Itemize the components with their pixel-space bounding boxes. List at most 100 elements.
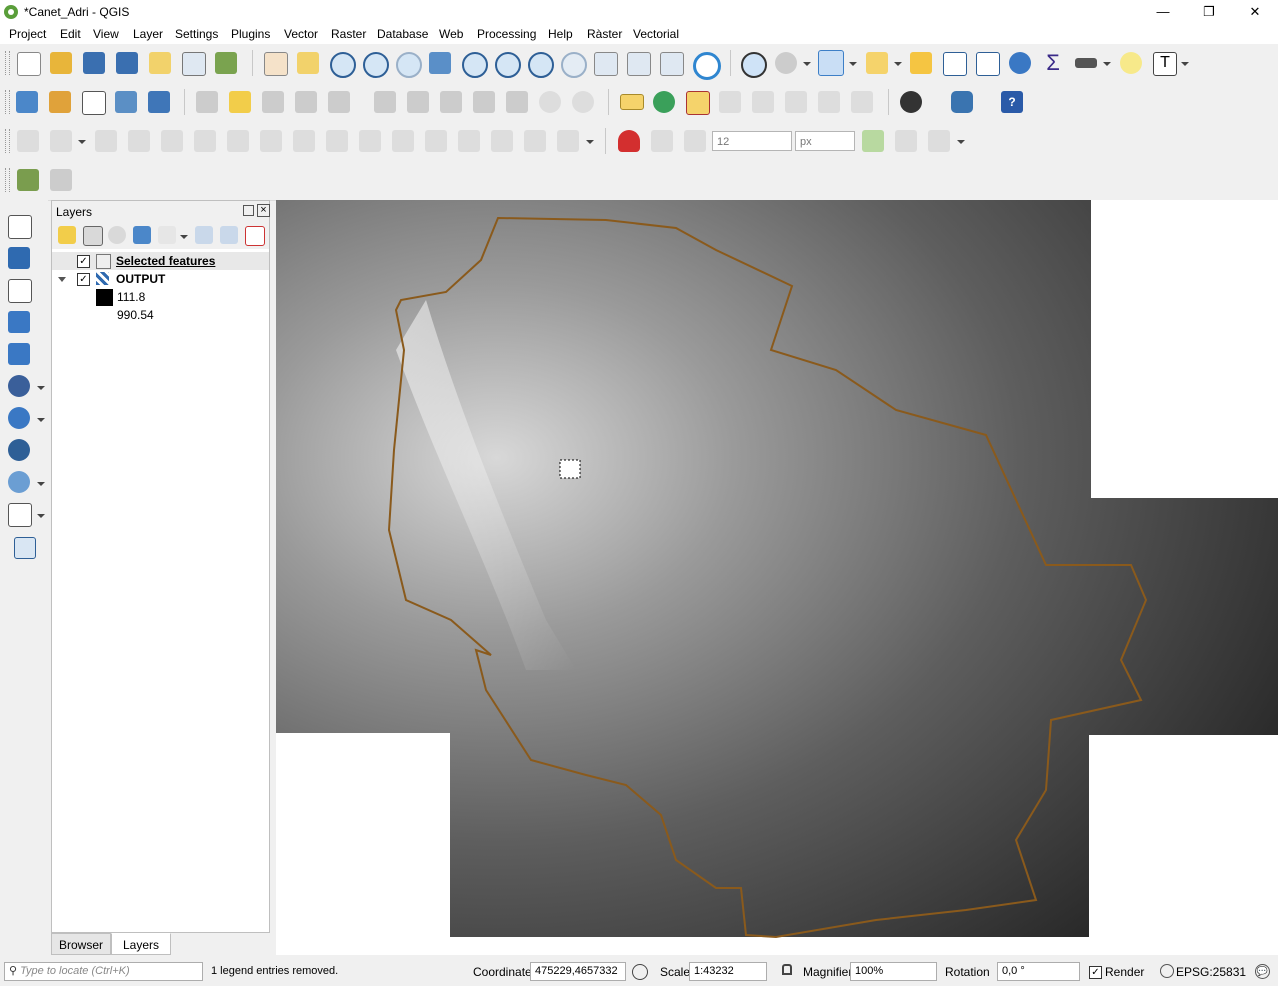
snapping-unit-select[interactable]: px bbox=[795, 131, 855, 151]
select-by-value-icon[interactable] bbox=[866, 52, 888, 74]
layer-row-output[interactable]: ✓ OUTPUT bbox=[52, 270, 269, 288]
render-checkbox[interactable]: ✓ bbox=[1089, 966, 1102, 979]
show-bookmarks-icon[interactable] bbox=[660, 52, 684, 76]
modify-attributes-icon[interactable] bbox=[374, 91, 396, 113]
rotate-feature-icon[interactable] bbox=[128, 130, 150, 152]
move-feature-icon[interactable] bbox=[95, 130, 117, 152]
menu-project[interactable]: Project bbox=[9, 27, 46, 41]
new-temp-layer-icon[interactable] bbox=[115, 91, 137, 113]
undo-icon[interactable] bbox=[539, 91, 561, 113]
magnifier-spinbox[interactable]: 100% bbox=[850, 962, 937, 981]
zoom-to-layer-icon[interactable] bbox=[495, 52, 521, 78]
deselect-all-icon[interactable] bbox=[910, 52, 932, 74]
chevron-down-icon[interactable] bbox=[1181, 62, 1189, 66]
new-print-layout-icon[interactable] bbox=[149, 52, 171, 74]
copy-features-icon[interactable] bbox=[473, 91, 495, 113]
field-calculator-icon[interactable] bbox=[976, 52, 1000, 76]
new-project-icon[interactable] bbox=[17, 52, 41, 76]
menu-help[interactable]: Help bbox=[548, 27, 573, 41]
add-group-icon[interactable] bbox=[83, 226, 103, 246]
redo-icon[interactable] bbox=[572, 91, 594, 113]
avoid-overlap-icon[interactable] bbox=[928, 130, 950, 152]
delete-selected-icon[interactable] bbox=[407, 91, 429, 113]
toggle-editing-icon[interactable] bbox=[229, 91, 251, 113]
chevron-down-icon[interactable] bbox=[957, 140, 965, 144]
cut-features-icon[interactable] bbox=[440, 91, 462, 113]
save-project-icon[interactable] bbox=[83, 52, 105, 74]
show-hide-labels-icon[interactable] bbox=[752, 91, 774, 113]
chevron-down-icon[interactable] bbox=[78, 140, 86, 144]
lock-scale-icon[interactable] bbox=[782, 964, 792, 975]
snapping-type-icon[interactable] bbox=[684, 130, 706, 152]
add-wfs-layer-icon[interactable] bbox=[8, 439, 30, 461]
menu-settings[interactable]: Settings bbox=[175, 27, 218, 41]
rotate-label-icon[interactable] bbox=[818, 91, 840, 113]
add-circular-string-icon[interactable] bbox=[50, 130, 72, 152]
crs-button[interactable]: EPSG:25831 bbox=[1176, 965, 1246, 979]
float-panel-icon[interactable] bbox=[243, 205, 254, 216]
layer-visibility-checkbox[interactable]: ✓ bbox=[77, 273, 90, 286]
restore-button[interactable]: ❐ bbox=[1186, 0, 1232, 24]
chevron-down-icon[interactable] bbox=[586, 140, 594, 144]
messages-icon[interactable]: 💬 bbox=[1255, 964, 1270, 979]
snap-intersection-icon[interactable] bbox=[895, 130, 917, 152]
add-virtual-layer-icon[interactable] bbox=[8, 503, 32, 527]
zoom-in-icon[interactable] bbox=[330, 52, 356, 78]
snapping-magnet-icon[interactable] bbox=[618, 130, 640, 152]
chevron-down-icon[interactable] bbox=[849, 62, 857, 66]
close-panel-icon[interactable]: × bbox=[257, 204, 270, 217]
snapping-mode-icon[interactable] bbox=[651, 130, 673, 152]
add-spatialite-layer-icon[interactable] bbox=[8, 343, 30, 365]
statistical-summary-icon[interactable]: Σ bbox=[1042, 52, 1064, 74]
locator-search-input[interactable]: ⚲ Type to locate (Ctrl+K) bbox=[4, 962, 203, 981]
chevron-down-icon[interactable] bbox=[180, 235, 188, 239]
advanced-digitizing-icon[interactable] bbox=[17, 130, 39, 152]
rotation-spinbox[interactable]: 0,0 ° bbox=[997, 962, 1080, 981]
menu-layer[interactable]: Layer bbox=[133, 27, 163, 41]
move-label-icon[interactable] bbox=[785, 91, 807, 113]
pan-hand-icon[interactable] bbox=[264, 52, 288, 76]
toggle-extents-icon[interactable] bbox=[632, 964, 648, 980]
text-annotation-icon[interactable]: T bbox=[1153, 52, 1177, 76]
delete-ring-icon[interactable] bbox=[293, 130, 315, 152]
change-label-icon[interactable] bbox=[851, 91, 873, 113]
plugin-hammer-icon[interactable] bbox=[17, 169, 39, 191]
run-action-icon[interactable] bbox=[775, 52, 797, 74]
menu-edit[interactable]: Edit bbox=[60, 27, 81, 41]
snapping-tolerance-spinbox[interactable]: 12 bbox=[712, 131, 792, 151]
minimize-button[interactable]: — bbox=[1140, 0, 1186, 24]
menu-vectorial[interactable]: Vectorial bbox=[633, 27, 679, 41]
plugin-tool-icon[interactable] bbox=[50, 169, 72, 191]
add-mesh-layer-icon[interactable] bbox=[8, 279, 32, 303]
zoom-native-icon[interactable] bbox=[396, 52, 422, 78]
processing-toolbox-icon[interactable] bbox=[1009, 52, 1031, 74]
toolbar-grip[interactable] bbox=[5, 129, 10, 153]
measure-line-icon[interactable] bbox=[1075, 58, 1097, 68]
select-features-icon[interactable] bbox=[818, 50, 844, 76]
menu-raster[interactable]: Raster bbox=[331, 27, 366, 41]
zoom-to-selection-icon[interactable] bbox=[462, 52, 488, 78]
pan-to-selection-icon[interactable] bbox=[297, 52, 319, 74]
split-parts-icon[interactable] bbox=[458, 130, 480, 152]
chevron-down-icon[interactable] bbox=[37, 418, 45, 422]
toolbar-grip[interactable] bbox=[5, 90, 10, 114]
layer-diagram-icon[interactable] bbox=[653, 91, 675, 113]
map-marker-icon[interactable] bbox=[559, 459, 581, 479]
chevron-down-icon[interactable] bbox=[803, 62, 811, 66]
add-arcgis-layer-icon[interactable] bbox=[8, 471, 30, 493]
add-part-icon[interactable] bbox=[227, 130, 249, 152]
style-manager-icon[interactable] bbox=[215, 52, 237, 74]
split-features-icon[interactable] bbox=[425, 130, 447, 152]
toolbar-grip[interactable] bbox=[5, 168, 10, 192]
current-edits-icon[interactable] bbox=[196, 91, 218, 113]
map-canvas[interactable] bbox=[276, 200, 1278, 955]
chevron-down-icon[interactable] bbox=[37, 482, 45, 486]
help-icon[interactable]: ? bbox=[1001, 91, 1023, 113]
new-bookmark-icon[interactable] bbox=[627, 52, 651, 76]
attribute-table-icon[interactable] bbox=[943, 52, 967, 76]
map-tips-icon[interactable] bbox=[1120, 52, 1142, 74]
menu-vector[interactable]: Vector bbox=[284, 27, 318, 41]
refresh-icon[interactable] bbox=[693, 52, 721, 80]
filter-legend-icon[interactable] bbox=[133, 226, 151, 244]
save-edits-icon[interactable] bbox=[262, 91, 284, 113]
